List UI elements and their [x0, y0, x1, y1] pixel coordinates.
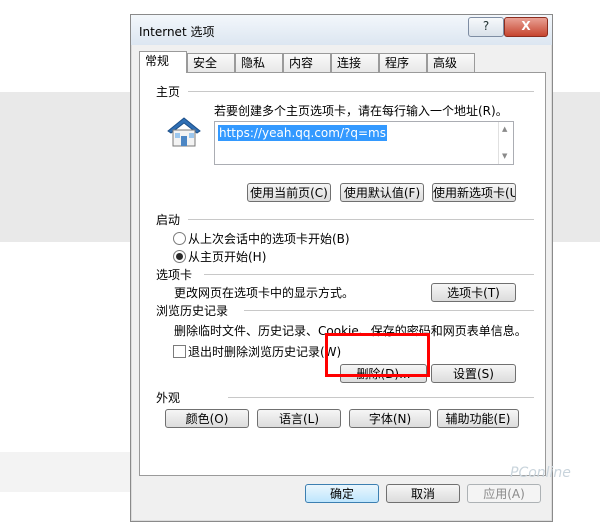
home-group-label: 主页: [156, 85, 181, 99]
tabs-description: 更改网页在选项卡中的显示方式。: [174, 286, 355, 300]
home-page-url-input[interactable]: https://yeah.qq.com/?q=ms ▲ ▼: [214, 121, 514, 165]
window-title: Internet 选项: [139, 25, 215, 39]
startup-home-page-label[interactable]: 从主页开始(H): [188, 248, 266, 265]
url-input-scrollbar[interactable]: ▲ ▼: [498, 122, 513, 164]
accessibility-button[interactable]: 辅助功能(E): [437, 409, 519, 428]
tabs-settings-button[interactable]: 选项卡(T): [431, 283, 516, 302]
watermark-text: PConline: [510, 465, 571, 481]
history-group-separator: [244, 310, 534, 311]
help-button[interactable]: ?: [468, 17, 504, 37]
ok-button[interactable]: 确定: [305, 484, 379, 503]
tab-connections[interactable]: 连接: [331, 53, 379, 72]
highlight-annotation-box: [325, 333, 430, 377]
history-group-label: 浏览历史记录: [156, 304, 229, 318]
house-icon: [167, 117, 201, 147]
delete-history-on-exit-checkbox[interactable]: [173, 345, 186, 358]
home-description: 若要创建多个主页选项卡，请在每行输入一个地址(R)。: [214, 104, 508, 118]
tabs-group-separator: [204, 274, 534, 275]
appearance-group-separator: [228, 397, 534, 398]
appearance-group-label: 外观: [156, 391, 181, 405]
scroll-down-arrow-icon[interactable]: ▼: [502, 152, 507, 160]
background-panel-left: [0, 92, 130, 242]
cancel-button[interactable]: 取消: [386, 484, 460, 503]
title-bar: Internet 选项 ? X: [131, 15, 552, 45]
home-group-separator: [188, 91, 534, 92]
startup-group-label: 启动: [156, 213, 181, 227]
colors-button[interactable]: 颜色(O): [165, 409, 249, 428]
internet-options-dialog: Internet 选项 ? X 常规 安全 隐私 内容 连接 程序 高级 主页 …: [130, 14, 553, 522]
fonts-button[interactable]: 字体(N): [349, 409, 431, 428]
startup-home-page-radio[interactable]: [173, 250, 186, 263]
tab-security[interactable]: 安全: [187, 53, 235, 72]
history-settings-button[interactable]: 设置(S): [431, 364, 516, 383]
home-page-url-text: https://yeah.qq.com/?q=ms: [218, 125, 387, 141]
use-current-button[interactable]: 使用当前页(C): [247, 183, 331, 202]
general-tab-panel: 主页 若要创建多个主页选项卡，请在每行输入一个地址(R)。 https://ye…: [139, 72, 546, 476]
startup-group-separator: [188, 219, 534, 220]
use-new-tab-button[interactable]: 使用新选项卡(U): [432, 183, 516, 202]
tabs-group-label: 选项卡: [156, 268, 193, 282]
background-panel-right: [551, 92, 600, 242]
startup-last-session-label[interactable]: 从上次会话中的选项卡开始(B): [188, 230, 350, 247]
languages-button[interactable]: 语言(L): [257, 409, 341, 428]
scroll-up-arrow-icon[interactable]: ▲: [502, 125, 507, 133]
delete-history-on-exit-label[interactable]: 退出时删除浏览历史记录(W): [188, 343, 341, 360]
startup-last-session-radio[interactable]: [173, 232, 186, 245]
tab-content[interactable]: 内容: [283, 53, 331, 72]
apply-button[interactable]: 应用(A): [467, 484, 541, 503]
use-default-button[interactable]: 使用默认值(F): [340, 183, 424, 202]
tab-advanced[interactable]: 高级: [427, 53, 475, 72]
close-button[interactable]: X: [504, 17, 548, 37]
tab-privacy[interactable]: 隐私: [235, 53, 283, 72]
tab-general[interactable]: 常规: [139, 51, 187, 73]
background-panel-bottom: [0, 452, 130, 492]
tab-programs[interactable]: 程序: [379, 53, 427, 72]
